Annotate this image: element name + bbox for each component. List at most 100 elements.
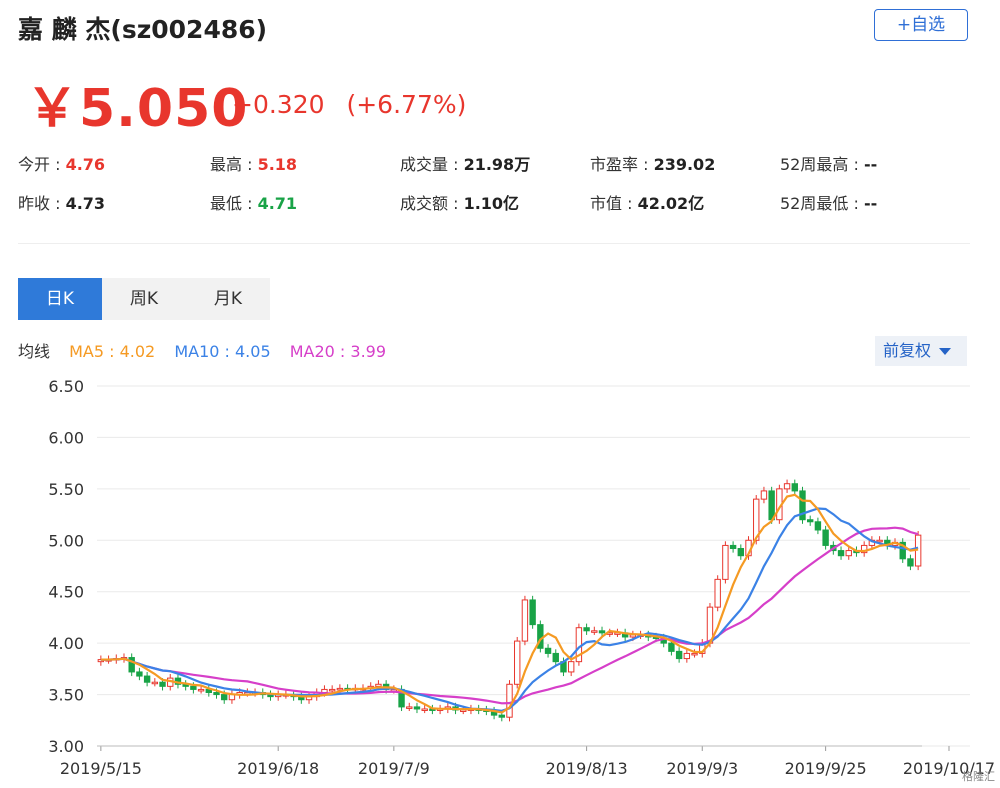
stat-value: -- — [863, 155, 878, 174]
stat-label: 市盈率 : — [590, 155, 654, 174]
candle — [791, 483, 798, 492]
add-watchlist-button[interactable]: +自选 — [874, 9, 968, 41]
candle — [143, 675, 151, 683]
stat-value: 1.10亿 — [463, 194, 520, 213]
candle — [544, 647, 552, 654]
y-tick-label: 3.00 — [48, 737, 84, 756]
kline-chart[interactable]: 6.50 6.00 5.50 5.00 4.50 4.00 3.50 3.00 2019/5/1… — [0, 370, 1000, 788]
candle — [729, 544, 737, 550]
stat-item: 最高 : 5.18 — [210, 151, 297, 175]
candle — [668, 642, 675, 652]
tab-daily-k[interactable]: 日K — [18, 278, 102, 320]
candle — [583, 627, 590, 632]
candle — [498, 714, 505, 718]
candle — [722, 544, 729, 580]
candle — [567, 661, 575, 673]
stat-label: 最低 : — [210, 194, 258, 213]
candle — [760, 490, 768, 500]
candle — [822, 529, 829, 546]
stat-label: 今开 : — [18, 155, 66, 174]
y-tick-label: 6.00 — [48, 428, 84, 447]
candle — [768, 490, 775, 521]
candle — [529, 599, 536, 626]
y-tick-label: 4.00 — [48, 634, 84, 653]
stat-value: 42.02亿 — [637, 194, 705, 213]
candle — [197, 688, 205, 692]
y-tick-label: 5.00 — [48, 531, 84, 550]
stat-value: -- — [863, 194, 878, 213]
stat-label: 市值 : — [590, 194, 638, 213]
candle — [876, 539, 883, 543]
candle — [783, 483, 791, 490]
stat-value: 5.18 — [257, 155, 298, 174]
y-tick-label: 3.50 — [48, 686, 84, 705]
candle — [837, 550, 845, 557]
y-tick-label: 5.50 — [48, 480, 84, 499]
candle — [552, 652, 559, 663]
candle — [675, 650, 683, 660]
adjust-label: 前复权 — [883, 341, 932, 360]
stat-label: 52周最低 : — [780, 194, 864, 213]
y-tick-label: 6.50 — [48, 377, 84, 396]
ma-legend: 均线 MA5 : 4.02 MA10 : 4.05 MA20 : 3.99 — [18, 338, 400, 362]
candle — [136, 671, 143, 677]
change-amount: +0.320 — [232, 90, 325, 119]
stat-item: 最低 : 4.71 — [210, 190, 297, 214]
x-tick-label: 2019/8/13 — [546, 759, 628, 778]
stat-label: 昨收 : — [18, 194, 66, 213]
candle — [221, 694, 228, 701]
stat-item: 52周最低 : -- — [780, 190, 877, 214]
candle — [190, 685, 197, 690]
stat-label: 成交量 : — [400, 155, 464, 174]
ma-label: 均线 — [18, 342, 51, 361]
stat-label: 最高 : — [210, 155, 258, 174]
candle — [907, 558, 914, 567]
candle — [514, 640, 521, 685]
x-tick-label: 2019/9/3 — [666, 759, 738, 778]
stat-item: 今开 : 4.76 — [18, 151, 105, 175]
x-tick-label: 2019/6/18 — [237, 759, 319, 778]
x-tick-label: 2019/7/9 — [358, 759, 430, 778]
x-tick-label: 2019/5/15 — [60, 759, 142, 778]
candle — [814, 521, 822, 531]
current-price: ￥5.050 — [26, 79, 249, 139]
stat-item: 市盈率 : 239.02 — [590, 151, 715, 175]
candle — [159, 681, 166, 687]
candle — [413, 706, 421, 710]
candle — [591, 630, 598, 633]
stock-title: 嘉 麟 杰(sz002486) — [18, 15, 268, 44]
stat-label: 成交额 : — [400, 194, 464, 213]
stat-value: 4.76 — [65, 155, 106, 174]
ma20-line — [100, 526, 919, 705]
price-change: +0.320 (+6.77%) — [232, 90, 480, 119]
candle — [598, 630, 606, 634]
y-tick-label: 4.50 — [48, 583, 84, 602]
candle — [336, 687, 344, 691]
candle — [375, 683, 382, 687]
candle — [807, 519, 814, 523]
stat-item: 昨收 : 4.73 — [18, 190, 105, 214]
stat-item: 52周最高 : -- — [780, 151, 877, 175]
candle — [213, 692, 220, 696]
stat-value: 4.71 — [257, 194, 298, 213]
candle — [521, 599, 529, 642]
candle — [714, 578, 721, 608]
stat-label: 52周最高 : — [780, 155, 864, 174]
divider — [18, 243, 970, 244]
watermark-text: 格隆汇 — [962, 770, 995, 783]
candle — [406, 706, 413, 709]
stat-item: 成交额 : 1.10亿 — [400, 190, 519, 214]
candle — [421, 708, 428, 711]
ma10-legend: MA10 : 4.05 — [174, 342, 271, 361]
stat-value: 21.98万 — [463, 155, 531, 174]
candle — [683, 652, 691, 660]
change-percent: (+6.77%) — [346, 90, 467, 119]
x-tick-label: 2019/9/25 — [785, 759, 867, 778]
stat-value: 239.02 — [653, 155, 716, 174]
adjust-dropdown[interactable]: 前复权 — [875, 336, 967, 366]
tab-weekly-k[interactable]: 周K — [102, 278, 186, 320]
tab-monthly-k[interactable]: 月K — [186, 278, 270, 320]
ma20-legend: MA20 : 3.99 — [289, 342, 387, 361]
candle — [691, 652, 698, 656]
period-tabs: 日K 周K 月K — [18, 278, 270, 320]
